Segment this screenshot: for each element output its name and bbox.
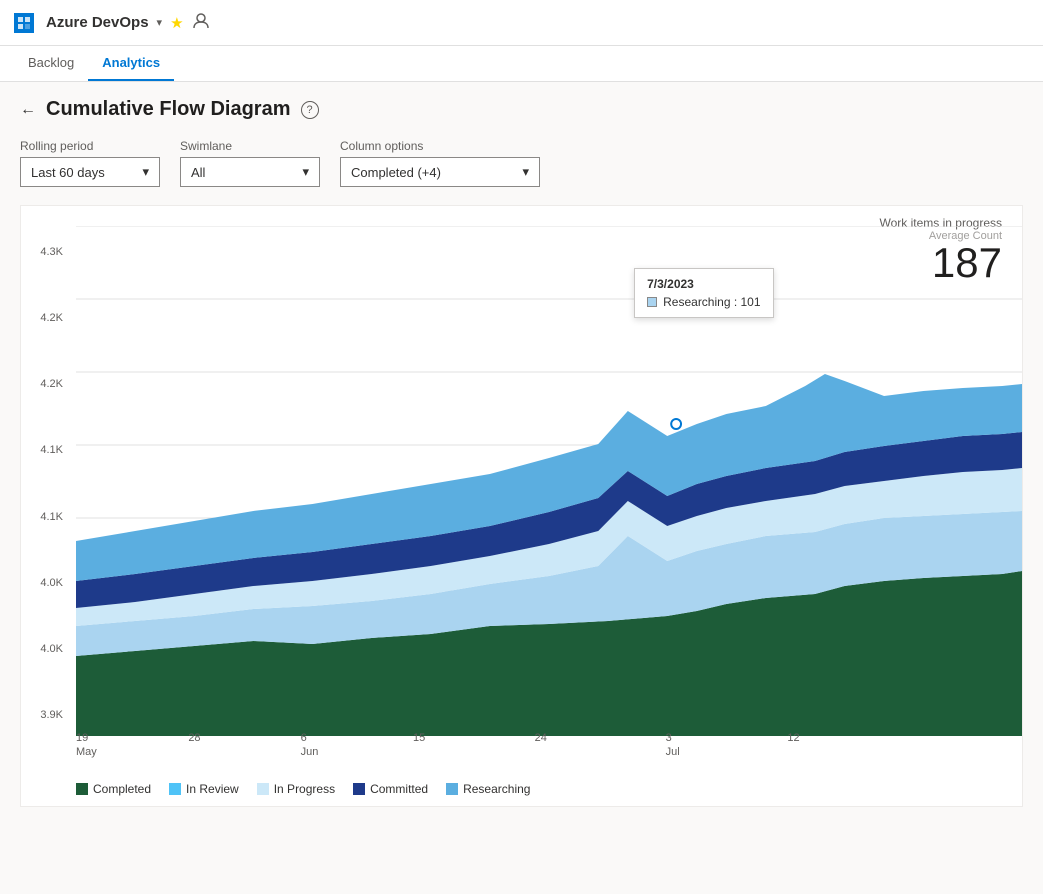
legend-color-researching [446, 783, 458, 795]
tab-backlog[interactable]: Backlog [14, 46, 88, 81]
x-month-jul: Jul [666, 746, 680, 758]
person-icon[interactable] [192, 12, 210, 34]
swimlane-label: Swimlane [180, 139, 320, 153]
y-label: 4.0K [40, 577, 63, 589]
title-bar: ← Cumulative Flow Diagram ? [20, 98, 1023, 121]
filters-row: Rolling period Last 60 days ▾ Swimlane A… [20, 139, 1023, 187]
tab-analytics[interactable]: Analytics [88, 46, 174, 81]
x-tick-12: 12 [787, 732, 799, 744]
top-bar: Azure DevOps ▾ ★ [0, 0, 1043, 46]
legend-item-inreview: In Review [169, 782, 239, 796]
page-content: ← Cumulative Flow Diagram ? Rolling peri… [0, 82, 1043, 894]
chevron-down-icon: ▾ [302, 164, 309, 180]
x-month-may: May [76, 746, 97, 758]
x-tick-3: 3 [666, 732, 672, 744]
chevron-icon[interactable]: ▾ [157, 16, 163, 29]
chevron-down-icon: ▾ [522, 164, 529, 180]
help-icon[interactable]: ? [301, 101, 319, 119]
favorite-icon[interactable]: ★ [170, 14, 183, 32]
y-label: 4.2K [40, 312, 63, 324]
legend-item-completed: Completed [76, 782, 151, 796]
legend-color-inreview [169, 783, 181, 795]
legend-color-completed [76, 783, 88, 795]
legend-item-researching: Researching [446, 782, 530, 796]
legend-label-inreview: In Review [186, 782, 239, 796]
legend-color-committed [353, 783, 365, 795]
app-name[interactable]: Azure DevOps [46, 14, 149, 31]
x-tick-28: 28 [188, 732, 200, 744]
legend-label-inprogress: In Progress [274, 782, 335, 796]
y-label: 4.0K [40, 643, 63, 655]
legend-label-completed: Completed [93, 782, 151, 796]
x-month-jun: Jun [301, 746, 319, 758]
column-options-label: Column options [340, 139, 540, 153]
legend-label-researching: Researching [463, 782, 530, 796]
chart-area: Work items in progress Average Count 187… [20, 205, 1023, 807]
legend-label-committed: Committed [370, 782, 428, 796]
rolling-period-select[interactable]: Last 60 days ▾ [20, 157, 160, 187]
legend-item-committed: Committed [353, 782, 428, 796]
rolling-period-filter: Rolling period Last 60 days ▾ [20, 139, 160, 187]
y-label: 4.1K [40, 444, 63, 456]
legend-item-inprogress: In Progress [257, 782, 335, 796]
chevron-down-icon: ▾ [142, 164, 149, 180]
y-label: 4.2K [40, 378, 63, 390]
legend: Completed In Review In Progress Committe… [21, 772, 1022, 800]
page-title: Cumulative Flow Diagram [46, 98, 291, 121]
x-tick-6: 6 [301, 732, 307, 744]
y-axis: 4.3K 4.2K 4.2K 4.1K 4.1K 4.0K 4.0K 3.9K [21, 246, 71, 721]
app-icon [14, 13, 34, 33]
chart-svg: 7/3/2023 Researching : 101 [76, 226, 1022, 746]
x-tick-15: 15 [413, 732, 425, 744]
column-options-select[interactable]: Completed (+4) ▾ [340, 157, 540, 187]
x-tick-19: 19 [76, 732, 88, 744]
y-label: 4.3K [40, 246, 63, 258]
x-axis: 19 May 28 6 Jun 15 24 3 Jul 12 [76, 732, 1012, 764]
nav-tabs: Backlog Analytics [0, 46, 1043, 82]
legend-color-inprogress [257, 783, 269, 795]
swimlane-filter: Swimlane All ▾ [180, 139, 320, 187]
x-tick-24: 24 [535, 732, 547, 744]
y-label: 3.9K [40, 709, 63, 721]
rolling-period-label: Rolling period [20, 139, 160, 153]
swimlane-select[interactable]: All ▾ [180, 157, 320, 187]
back-button[interactable]: ← [20, 101, 36, 119]
y-label: 4.1K [40, 511, 63, 523]
column-options-filter: Column options Completed (+4) ▾ [340, 139, 540, 187]
